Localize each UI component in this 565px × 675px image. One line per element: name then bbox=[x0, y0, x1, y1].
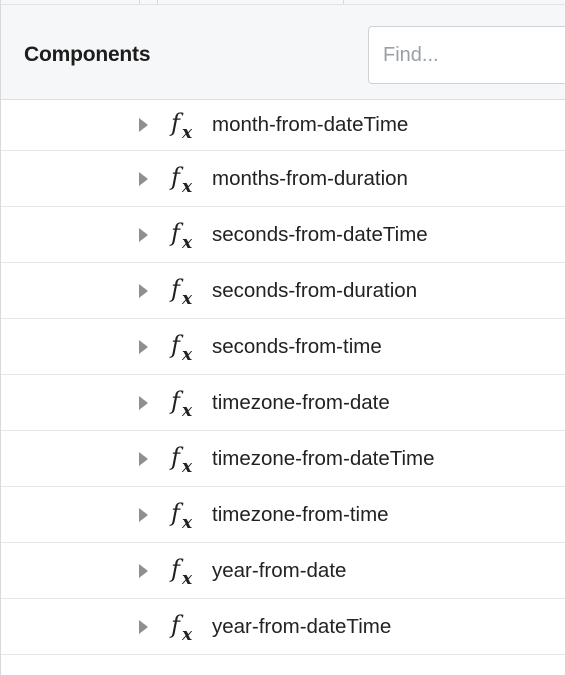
function-fx-icon: f x bbox=[169, 443, 193, 475]
function-fx-icon: f x bbox=[169, 219, 193, 251]
function-fx-icon: f x bbox=[169, 387, 193, 419]
function-fx-icon: f x bbox=[169, 331, 193, 363]
list-item[interactable]: f x seconds-from-time bbox=[1, 319, 565, 375]
divider bbox=[157, 0, 158, 4]
components-list: f x month-from-dateTime f x months-from-… bbox=[1, 100, 565, 655]
svg-text:x: x bbox=[181, 513, 193, 531]
list-item[interactable]: f x month-from-dateTime bbox=[1, 100, 565, 151]
svg-text:x: x bbox=[181, 569, 193, 587]
function-fx-icon: f x bbox=[169, 611, 193, 643]
caret-right-icon[interactable] bbox=[139, 283, 148, 298]
list-item[interactable]: f x year-from-date bbox=[1, 543, 565, 599]
components-panel: Components f x month-from-dateTime f x m… bbox=[0, 0, 565, 675]
component-label: months-from-duration bbox=[212, 166, 408, 190]
list-item[interactable]: f x timezone-from-time bbox=[1, 487, 565, 543]
component-label: month-from-dateTime bbox=[212, 113, 409, 136]
function-fx-icon: f x bbox=[169, 275, 193, 307]
component-label: seconds-from-dateTime bbox=[212, 222, 428, 246]
component-label: year-from-dateTime bbox=[212, 614, 392, 638]
caret-right-icon[interactable] bbox=[139, 227, 148, 242]
svg-text:x: x bbox=[181, 123, 193, 141]
caret-right-icon[interactable] bbox=[139, 118, 148, 132]
function-fx-icon: f x bbox=[169, 109, 193, 141]
component-label: timezone-from-date bbox=[212, 390, 390, 414]
caret-right-icon[interactable] bbox=[139, 451, 148, 466]
caret-right-icon[interactable] bbox=[139, 507, 148, 522]
divider bbox=[139, 0, 140, 4]
svg-text:x: x bbox=[181, 625, 193, 643]
svg-text:x: x bbox=[181, 457, 193, 475]
list-item[interactable]: f x year-from-dateTime bbox=[1, 599, 565, 655]
list-item[interactable]: f x seconds-from-dateTime bbox=[1, 207, 565, 263]
component-label: seconds-from-duration bbox=[212, 278, 418, 302]
component-label: timezone-from-time bbox=[212, 502, 389, 526]
list-item[interactable]: f x months-from-duration bbox=[1, 151, 565, 207]
svg-text:x: x bbox=[181, 345, 193, 363]
component-label: seconds-from-time bbox=[212, 334, 382, 358]
caret-right-icon[interactable] bbox=[139, 563, 148, 578]
caret-right-icon[interactable] bbox=[139, 339, 148, 354]
panel-title: Components bbox=[24, 43, 151, 66]
svg-text:x: x bbox=[181, 289, 193, 307]
find-input[interactable] bbox=[368, 26, 565, 84]
svg-text:x: x bbox=[181, 177, 193, 195]
function-fx-icon: f x bbox=[169, 555, 193, 587]
svg-text:x: x bbox=[181, 401, 193, 419]
list-item[interactable]: f x timezone-from-date bbox=[1, 375, 565, 431]
function-fx-icon: f x bbox=[169, 499, 193, 531]
caret-right-icon[interactable] bbox=[139, 619, 148, 634]
list-item[interactable]: f x seconds-from-duration bbox=[1, 263, 565, 319]
component-label: year-from-date bbox=[212, 558, 347, 582]
function-fx-icon: f x bbox=[169, 163, 193, 195]
divider bbox=[343, 0, 344, 4]
svg-text:x: x bbox=[181, 233, 193, 251]
caret-right-icon[interactable] bbox=[139, 171, 148, 186]
component-label: timezone-from-dateTime bbox=[212, 446, 435, 470]
list-item[interactable]: f x timezone-from-dateTime bbox=[1, 431, 565, 487]
panel-header: Components bbox=[1, 5, 565, 100]
caret-right-icon[interactable] bbox=[139, 395, 148, 410]
